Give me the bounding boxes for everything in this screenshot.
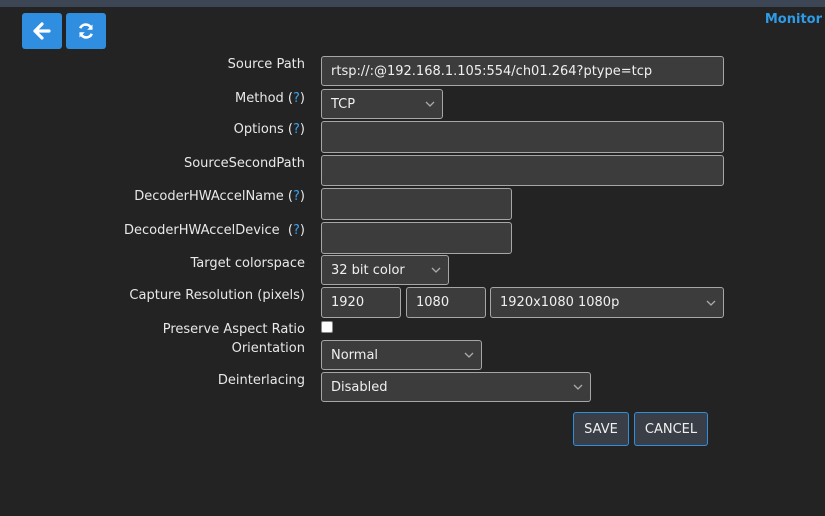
capture-width-input[interactable]: 1920 — [321, 287, 401, 318]
chevron-down-icon — [464, 352, 474, 358]
capture-resolution-label: Capture Resolution (pixels) — [129, 288, 305, 303]
source-second-path-label: SourceSecondPath — [183, 156, 305, 171]
options-help-link[interactable]: ? — [293, 122, 300, 137]
save-button[interactable]: SAVE — [573, 412, 629, 446]
decoder-hw-accel-name-label: DecoderHWAccelName (?) — [134, 189, 305, 204]
arrow-left-icon — [33, 22, 51, 40]
chevron-down-icon — [573, 384, 583, 390]
deinterlacing-select[interactable]: Disabled — [321, 372, 591, 402]
orientation-value: Normal — [331, 347, 379, 363]
refresh-icon — [79, 23, 93, 39]
decoder-hw-accel-device-help-link[interactable]: ? — [293, 223, 300, 238]
decoder-hw-accel-device-label: DecoderHWAccelDevice (?) — [124, 223, 305, 238]
chevron-down-icon — [425, 101, 435, 107]
target-colorspace-value: 32 bit color — [331, 262, 405, 278]
decoder-hw-accel-name-help-link[interactable]: ? — [293, 189, 300, 204]
method-label: Method (?) — [235, 91, 305, 106]
capture-height-input[interactable]: 1080 — [406, 287, 486, 318]
source-second-path-input[interactable] — [321, 155, 724, 186]
capture-resolution-preset-select[interactable]: 1920x1080 1080p — [490, 287, 724, 318]
back-button[interactable] — [22, 13, 62, 49]
target-colorspace-select[interactable]: 32 bit color — [321, 255, 449, 285]
target-colorspace-label: Target colorspace — [190, 256, 306, 271]
options-input[interactable] — [321, 121, 724, 153]
source-path-label: Source Path — [227, 57, 305, 72]
cancel-button[interactable]: CANCEL — [634, 412, 708, 446]
top-bar — [0, 0, 825, 7]
capture-resolution-preset-value: 1920x1080 1080p — [500, 295, 620, 310]
deinterlacing-value: Disabled — [331, 379, 388, 395]
method-select-value: TCP — [331, 96, 356, 112]
decoder-hw-accel-device-input[interactable] — [321, 222, 512, 254]
deinterlacing-label: Deinterlacing — [217, 373, 305, 388]
options-label: Options (?) — [233, 122, 305, 137]
method-help-link[interactable]: ? — [293, 91, 300, 106]
chevron-down-icon — [431, 267, 441, 273]
source-path-input[interactable]: rtsp://:@192.168.1.105:554/ch01.264?ptyp… — [321, 56, 724, 86]
monitor-link[interactable]: Monitor — [765, 12, 822, 27]
refresh-button[interactable] — [66, 13, 106, 49]
orientation-select[interactable]: Normal — [321, 340, 482, 370]
method-select[interactable]: TCP — [321, 89, 443, 119]
preserve-aspect-ratio-checkbox[interactable] — [321, 321, 333, 333]
preserve-aspect-ratio-label: Preserve Aspect Ratio — [162, 322, 305, 337]
chevron-down-icon — [706, 300, 716, 306]
orientation-label: Orientation — [231, 341, 305, 356]
decoder-hw-accel-name-input[interactable] — [321, 188, 512, 220]
